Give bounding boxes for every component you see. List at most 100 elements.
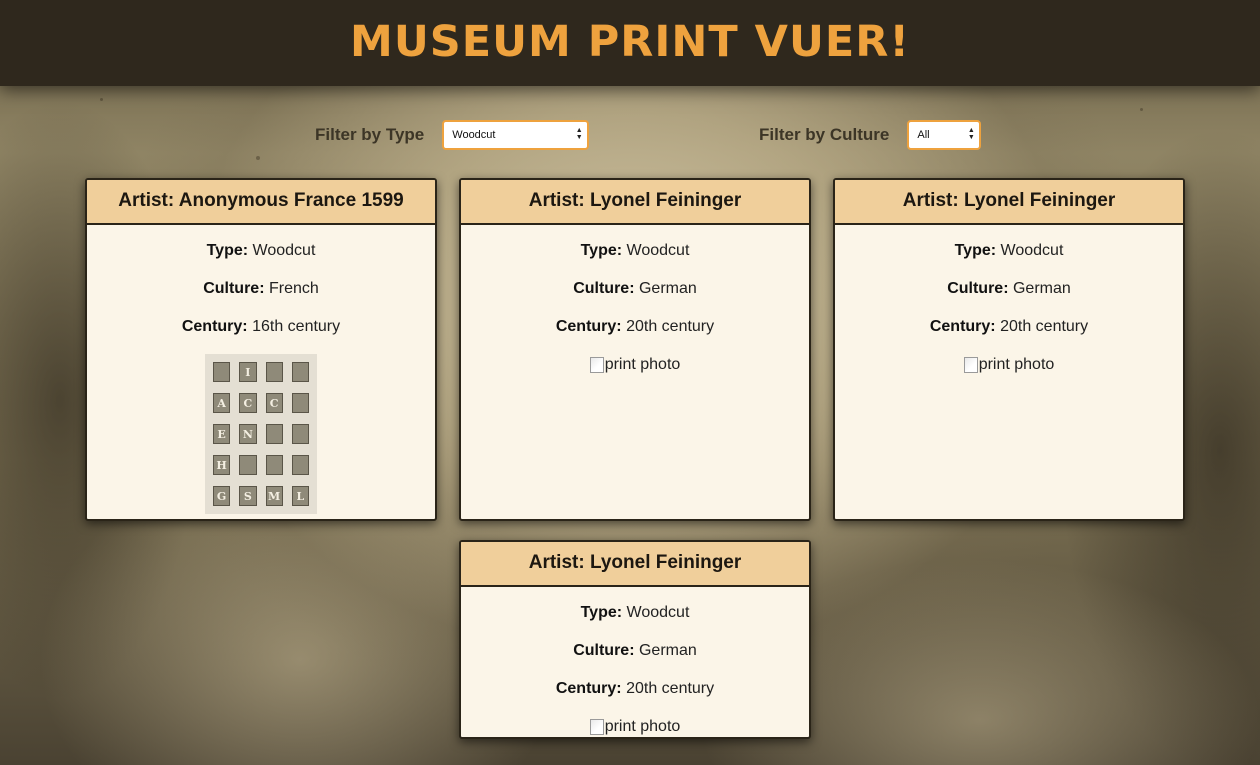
- texture-speck: [100, 98, 103, 101]
- print-card: Artist: Lyonel Feininger Type: Woodcut C…: [459, 178, 811, 521]
- plate-letter-tile: [213, 362, 231, 382]
- culture-row: Culture: French: [87, 278, 435, 316]
- century-label: Century:: [555, 680, 622, 697]
- plate-letter-tile: [265, 455, 283, 475]
- century-row: Century: 16th century: [87, 316, 435, 354]
- print-card: Artist: Lyonel Feininger Type: Woodcut C…: [459, 540, 811, 739]
- culture-row: Culture: German: [461, 640, 809, 678]
- type-filter: Filter by Type Woodcut ▲ ▼: [315, 118, 590, 152]
- century-value: 20th century: [626, 680, 715, 697]
- app-title: MUSEUM PRINT VUER!: [350, 17, 910, 67]
- plate-letter-tile: I: [239, 362, 257, 382]
- culture-value: German: [638, 280, 697, 297]
- century-value: 20th century: [1000, 318, 1089, 335]
- plate-letter-tile: G: [213, 486, 231, 506]
- type-label: Type:: [580, 604, 623, 621]
- culture-filter-value: All: [917, 129, 930, 141]
- artist-label: Artist:: [528, 190, 585, 211]
- plate-letter-tile: E: [213, 424, 231, 444]
- plate-letter-tile: N: [239, 424, 257, 444]
- culture-value: German: [638, 642, 697, 659]
- culture-filter: Filter by Culture All ▲ ▼: [759, 118, 982, 152]
- print-photo-alt-text: print photo: [978, 356, 1055, 373]
- century-label: Century:: [181, 318, 248, 335]
- plate-letter-tile: H: [213, 455, 231, 475]
- card-body: Type: Woodcut Culture: German Century: 2…: [835, 225, 1183, 378]
- culture-row: Culture: German: [835, 278, 1183, 316]
- plate-letter-tile: [291, 393, 309, 413]
- century-row: Century: 20th century: [461, 316, 809, 354]
- texture-speck: [1140, 108, 1143, 111]
- artist-name: Lyonel Feininger: [963, 190, 1116, 211]
- plate-letter-tile: [239, 455, 257, 475]
- print-photo-broken: print photo: [589, 354, 681, 376]
- type-row: Type: Woodcut: [835, 240, 1183, 278]
- type-row: Type: Woodcut: [461, 602, 809, 640]
- card-artist-header: Artist: Anonymous France 1599: [87, 180, 435, 225]
- artist-name: Lyonel Feininger: [589, 552, 742, 573]
- century-label: Century:: [555, 318, 622, 335]
- culture-row: Culture: German: [461, 278, 809, 316]
- type-value: Woodcut: [1000, 242, 1064, 259]
- plate-letter-tile: C: [239, 393, 257, 413]
- plate-letter-tile: [291, 362, 309, 382]
- type-row: Type: Woodcut: [461, 240, 809, 278]
- up-down-arrows-icon: ▲ ▼: [967, 127, 975, 141]
- culture-label: Culture:: [203, 280, 265, 297]
- century-value: 16th century: [252, 318, 341, 335]
- plate-letter-tile: L: [291, 486, 309, 506]
- century-row: Century: 20th century: [835, 316, 1183, 354]
- plate-letter-tile: [291, 455, 309, 475]
- card-artist-header: Artist: Lyonel Feininger: [461, 542, 809, 587]
- century-value: 20th century: [626, 318, 715, 335]
- plate-letter-tile: [265, 362, 283, 382]
- artist-name: Lyonel Feininger: [589, 190, 742, 211]
- century-label: Century:: [929, 318, 996, 335]
- type-filter-label: Filter by Type: [315, 125, 425, 144]
- up-down-arrows-icon: ▲ ▼: [575, 127, 583, 141]
- plate-letter-tile: M: [265, 486, 283, 506]
- century-row: Century: 20th century: [461, 678, 809, 716]
- print-photo-alt-text: print photo: [604, 356, 681, 373]
- print-photo: IACCENHGSML: [205, 354, 317, 514]
- type-label: Type:: [954, 242, 997, 259]
- type-value: Woodcut: [252, 242, 316, 259]
- culture-label: Culture:: [947, 280, 1009, 297]
- type-value: Woodcut: [626, 242, 690, 259]
- texture-speck: [256, 156, 260, 160]
- card-body: Type: Woodcut Culture: German Century: 2…: [461, 225, 809, 378]
- artist-name: Anonymous France 1599: [178, 190, 404, 211]
- broken-image-icon: [963, 357, 978, 373]
- print-photo-broken: print photo: [589, 716, 681, 737]
- print-photo-broken: print photo: [963, 354, 1055, 376]
- type-filter-select[interactable]: Woodcut ▲ ▼: [442, 120, 590, 150]
- culture-label: Culture:: [573, 642, 635, 659]
- plate-letter-tile: A: [213, 393, 231, 413]
- plate-letter-tile: S: [239, 486, 257, 506]
- broken-image-icon: [589, 719, 604, 735]
- culture-filter-select[interactable]: All ▲ ▼: [907, 120, 982, 150]
- card-body: Type: Woodcut Culture: French Century: 1…: [87, 225, 435, 514]
- plate-letter-tile: [265, 424, 283, 444]
- card-body: Type: Woodcut Culture: German Century: 2…: [461, 587, 809, 737]
- print-card: Artist: Anonymous France 1599 Type: Wood…: [85, 178, 437, 521]
- type-label: Type:: [580, 242, 623, 259]
- broken-image-icon: [589, 357, 604, 373]
- culture-value: French: [268, 280, 319, 297]
- artist-label: Artist:: [118, 190, 175, 211]
- card-artist-header: Artist: Lyonel Feininger: [461, 180, 809, 225]
- plate-letter-tile: C: [265, 393, 283, 413]
- print-photo-alt-text: print photo: [604, 718, 681, 735]
- type-row: Type: Woodcut: [87, 240, 435, 278]
- type-value: Woodcut: [626, 604, 690, 621]
- card-artist-header: Artist: Lyonel Feininger: [835, 180, 1183, 225]
- type-label: Type:: [206, 242, 249, 259]
- print-card: Artist: Lyonel Feininger Type: Woodcut C…: [833, 178, 1185, 521]
- app-header: MUSEUM PRINT VUER!: [0, 0, 1260, 86]
- artist-label: Artist:: [528, 552, 585, 573]
- type-filter-value: Woodcut: [452, 129, 496, 141]
- culture-label: Culture:: [573, 280, 635, 297]
- culture-value: German: [1012, 280, 1071, 297]
- culture-filter-label: Filter by Culture: [759, 125, 890, 144]
- artist-label: Artist:: [902, 190, 959, 211]
